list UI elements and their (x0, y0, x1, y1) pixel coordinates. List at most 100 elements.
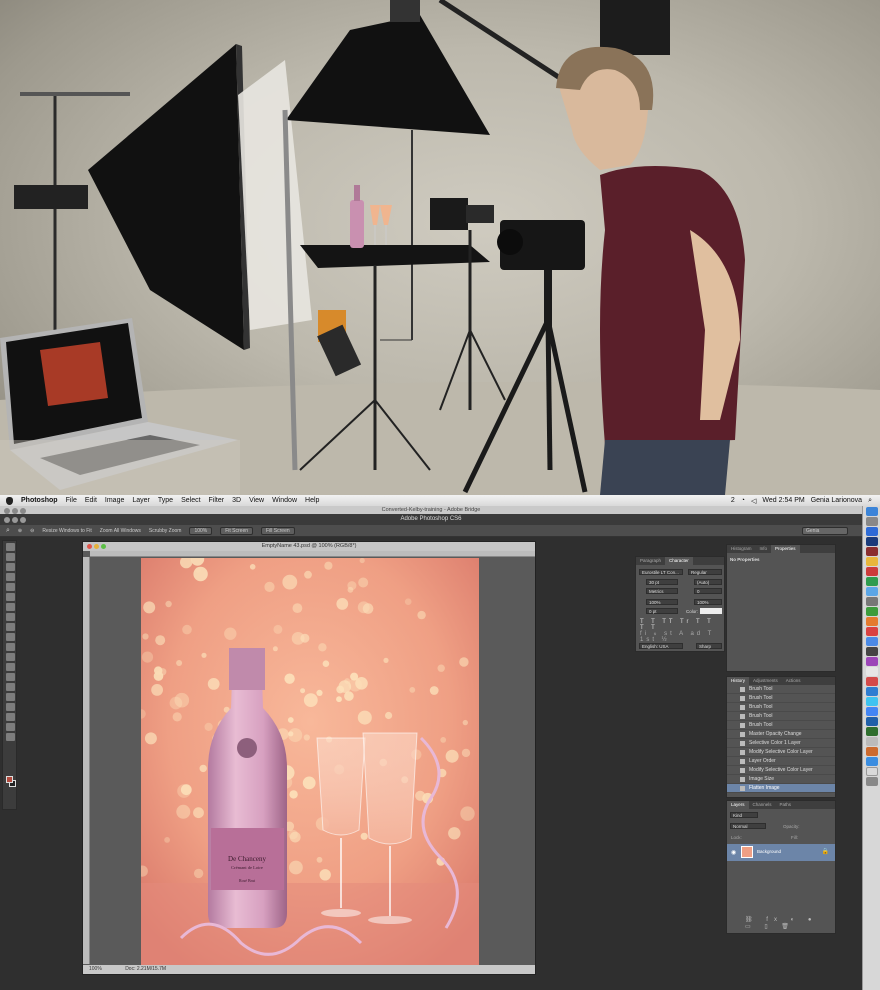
vertical-scale-field[interactable]: 100% (646, 599, 678, 605)
xcode-icon[interactable] (866, 687, 878, 696)
type-tool-icon[interactable] (6, 693, 15, 701)
scrubby-zoom-checkbox[interactable]: Scrubby Zoom (149, 528, 182, 534)
ps-zoom-icon[interactable] (20, 517, 26, 523)
history-item[interactable]: Brush Tool (727, 712, 835, 721)
facetime-icon[interactable] (866, 577, 878, 586)
tab-history[interactable]: History (727, 677, 750, 685)
menu-layer[interactable]: Layer (132, 497, 150, 504)
preview-icon[interactable] (866, 737, 878, 746)
eyedropper-tool-icon[interactable] (6, 593, 15, 601)
system-prefs-icon[interactable] (866, 597, 878, 606)
gradient-tool-icon[interactable] (6, 653, 15, 661)
tab-info[interactable]: Info (756, 545, 772, 553)
pen-tool-icon[interactable] (6, 683, 15, 691)
menu-image[interactable]: Image (105, 497, 124, 504)
safari-icon[interactable] (866, 527, 878, 536)
brush-tool-icon[interactable] (6, 613, 15, 621)
menu-app-name[interactable]: Photoshop (21, 497, 58, 504)
notes-icon[interactable] (866, 667, 878, 676)
messages-icon[interactable] (866, 607, 878, 616)
fit-screen-button[interactable]: Fit Screen (220, 526, 254, 535)
wifi-icon[interactable]: ◔ (741, 497, 745, 504)
photo-booth-icon[interactable] (866, 677, 878, 686)
resize-windows-checkbox[interactable]: Resize Windows to Fit (42, 528, 91, 534)
numbers-icon[interactable] (866, 727, 878, 736)
fill-screen-button[interactable]: Fill Screen (261, 526, 295, 535)
font-size-field[interactable]: 30 pt (646, 579, 678, 585)
menu-help[interactable]: Help (305, 497, 319, 504)
menu-filter[interactable]: Filter (209, 497, 225, 504)
tab-paragraph[interactable]: Paragraph (636, 557, 665, 565)
layer-filter-kind[interactable]: Kind (730, 812, 758, 818)
bridge-icon[interactable] (866, 557, 878, 566)
itunes-icon[interactable] (866, 627, 878, 636)
zoom-out-icon[interactable]: ⊖ (30, 528, 34, 534)
tab-actions[interactable]: Actions (782, 677, 805, 685)
search-icon[interactable]: ⌕ (868, 497, 872, 505)
firefox-icon[interactable] (866, 617, 878, 626)
doc-close-icon[interactable] (87, 544, 92, 549)
user-name[interactable]: Genia Larionova (811, 497, 862, 504)
adobe-badge-count[interactable]: 2 (731, 497, 735, 504)
opentype-buttons[interactable]: fi ℴ st A ad T 1st ½ (640, 630, 724, 643)
image-canvas[interactable]: De Chanceny Crémant de Loire Rosé Brut (141, 558, 479, 968)
tab-adjustments[interactable]: Adjustments (749, 677, 782, 685)
trash-icon[interactable] (866, 777, 878, 786)
podcast-icon[interactable] (866, 657, 878, 666)
zoom-all-checkbox[interactable]: Zoom All Windows (100, 528, 141, 534)
move-tool-icon[interactable] (6, 543, 15, 551)
horizontal-ruler[interactable] (90, 551, 535, 557)
acrobat-icon[interactable] (866, 547, 878, 556)
apple-icon[interactable] (6, 496, 13, 505)
finder-icon[interactable] (866, 507, 878, 516)
eye-icon[interactable]: ◉ (731, 849, 736, 856)
antialias-select[interactable]: Sharp (696, 643, 722, 649)
tab-properties[interactable]: Properties (771, 545, 800, 553)
layer-action-buttons[interactable]: ⛓ fx ◐ ● ▭ ▯ 🗑 (745, 916, 835, 930)
history-brush-tool-icon[interactable] (6, 633, 15, 641)
clone-stamp-tool-icon[interactable] (6, 623, 15, 631)
history-item[interactable]: Image Size (727, 775, 835, 784)
launchpad-icon[interactable] (866, 517, 878, 526)
kerning-field[interactable]: Metrics (646, 588, 678, 594)
language-select[interactable]: English: USA (639, 643, 683, 649)
photoshop-icon[interactable] (866, 537, 878, 546)
history-item[interactable]: Master Opacity Change (727, 730, 835, 739)
blend-mode-select[interactable]: Normal (730, 823, 766, 829)
dropbox-icon[interactable] (866, 757, 878, 766)
text-color-swatch[interactable] (700, 608, 722, 614)
skype-icon[interactable] (866, 697, 878, 706)
menu-select[interactable]: Select (181, 497, 200, 504)
quick-select-tool-icon[interactable] (6, 573, 15, 581)
app-store-icon[interactable] (866, 637, 878, 646)
clock[interactable]: Wed 2:54 PM (762, 497, 804, 504)
tab-paths[interactable]: Paths (776, 801, 796, 809)
zoom-tool-icon[interactable] (6, 733, 15, 741)
tab-histogram[interactable]: Histogram (727, 545, 756, 553)
marquee-tool-icon[interactable] (6, 553, 15, 561)
history-item[interactable]: Brush Tool (727, 703, 835, 712)
path-select-tool-icon[interactable] (6, 703, 15, 711)
document-tab[interactable]: EmptyName 43.psd @ 100% (RGB/8*) (83, 542, 535, 551)
workspace-select[interactable]: Genia (802, 527, 848, 535)
doc-size[interactable]: Doc: 2.21M/15.7M (125, 966, 166, 972)
zoom-in-icon[interactable]: ⊕ (18, 528, 22, 534)
layer-row-background[interactable]: ◉ Background 🔒 (727, 844, 835, 861)
doc-zoom-icon[interactable] (101, 544, 106, 549)
eraser-tool-icon[interactable] (6, 643, 15, 651)
tab-layers[interactable]: Layers (727, 801, 749, 809)
history-item[interactable]: Brush Tool (727, 685, 835, 694)
calendar-icon[interactable] (866, 567, 878, 576)
zoom-100-button[interactable]: 100% (189, 526, 213, 535)
zoom-tool-icon[interactable]: ⌕ (6, 527, 10, 535)
menu-window[interactable]: Window (272, 497, 297, 504)
crop-tool-icon[interactable] (6, 583, 15, 591)
history-item[interactable]: Modify Selective Color Layer (727, 748, 835, 757)
downloads-icon[interactable] (866, 767, 878, 776)
healing-brush-tool-icon[interactable] (6, 603, 15, 611)
ps-minimize-icon[interactable] (12, 517, 18, 523)
mail-icon[interactable] (866, 587, 878, 596)
horizontal-scale-field[interactable]: 100% (694, 599, 722, 605)
vlc-icon[interactable] (866, 747, 878, 756)
history-item[interactable]: Modify Selective Color Layer (727, 766, 835, 775)
